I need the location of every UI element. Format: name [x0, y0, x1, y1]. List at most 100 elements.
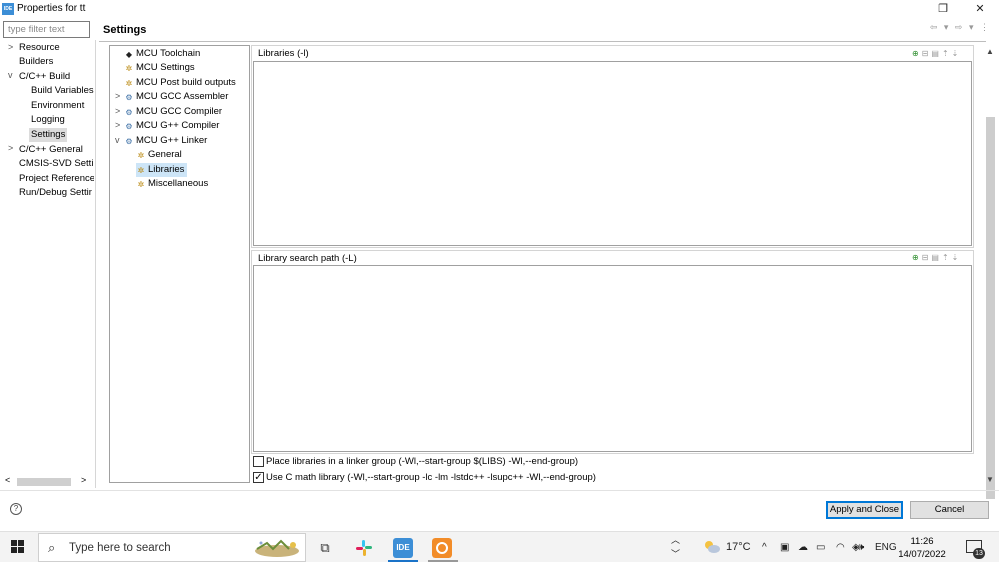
close-icon: ✕ [975, 3, 985, 15]
libraries-label: Libraries (-l) [258, 48, 309, 59]
weather-icon[interactable] [703, 540, 721, 554]
close-window-button[interactable]: ✕ [965, 1, 995, 17]
scroll-left-icon[interactable]: < [5, 475, 10, 485]
libraries-list[interactable] [253, 61, 972, 246]
scroll-thumb[interactable] [986, 117, 995, 499]
stm32cubeide-taskbar-icon[interactable]: IDE [393, 538, 413, 558]
history-navigation-icons[interactable]: ⇦ ▾ ⇨ ▾ ⋮ [930, 22, 991, 33]
tree-item-gcc-compiler[interactable]: ⚙ MCU GCC Compiler [124, 105, 222, 119]
delete-icon[interactable]: ⊟ [922, 49, 932, 58]
cog-icon: ✲ [125, 79, 133, 88]
taskbar-clock[interactable]: 11:26 14/07/2022 [896, 535, 948, 561]
linker-group-checkbox[interactable] [253, 456, 264, 467]
scroll-down-icon[interactable]: ▼ [986, 475, 994, 484]
checkmark-icon: ✓ [254, 472, 263, 483]
footer-divider [0, 490, 999, 491]
move-up-icon[interactable]: ⇡ [942, 49, 952, 58]
onedrive-icon[interactable]: ☁ [798, 532, 808, 562]
weather-temperature[interactable]: 17°C [726, 532, 751, 562]
collapse-chevron-icon[interactable]: v [8, 70, 13, 80]
nav-item-cpp-build[interactable]: C/C++ Build [19, 70, 70, 84]
search-path-label: Library search path (-L) [258, 253, 357, 264]
windows-start-icon[interactable] [11, 540, 25, 554]
edit-icon[interactable]: ▤ [931, 49, 942, 58]
taskbar-search[interactable]: ⌕ Type here to search [38, 533, 306, 562]
nav-item-resource[interactable]: Resource [19, 41, 60, 55]
move-down-icon[interactable]: ⇣ [952, 49, 962, 58]
tree-item-gpp-compiler[interactable]: ⚙ MCU G++ Compiler [124, 119, 219, 133]
taskbar-scroll-down-icon[interactable]: ﹀ [671, 539, 680, 562]
scroll-thumb[interactable] [17, 478, 71, 486]
battery-icon[interactable]: ▭ [816, 532, 825, 562]
search-path-list[interactable] [253, 265, 972, 452]
tree-item-linker-libraries[interactable]: ✲ Libraries [136, 163, 188, 177]
nav-item-cpp-general[interactable]: C/C++ General [19, 143, 83, 157]
cog-icon: ✲ [137, 180, 145, 189]
scroll-right-icon[interactable]: > [81, 475, 86, 485]
ide-logo-icon: IDE [2, 3, 14, 15]
nav-item-build-variables[interactable]: Build Variables [31, 84, 94, 98]
slack-icon[interactable] [354, 538, 374, 558]
search-path-toolbar: ⊕⊟▤⇡⇣ [912, 253, 961, 262]
page-vertical-scrollbar[interactable]: ▲ ▼ [983, 45, 997, 499]
windows-taskbar: ⌕ Type here to search ⧉ IDE ︿ ﹀ 17°C ^ ▣… [0, 531, 999, 562]
language-indicator[interactable]: ENG [875, 532, 897, 562]
gear-icon: ⚙ [125, 93, 133, 102]
add-icon[interactable]: ⊕ [912, 49, 922, 58]
meet-now-icon[interactable]: ▣ [780, 532, 789, 562]
wifi-icon[interactable]: ◠ [836, 532, 845, 562]
move-up-icon[interactable]: ⇡ [942, 253, 952, 262]
nav-item-settings[interactable]: Settings [29, 128, 68, 142]
tree-item-mcu-settings[interactable]: ✲ MCU Settings [124, 61, 195, 75]
chip-icon: ◆ [125, 50, 133, 59]
volume-icon[interactable]: 🕪 [858, 532, 864, 562]
nav-item-environment[interactable]: Environment [31, 99, 84, 113]
delete-icon[interactable]: ⊟ [922, 253, 932, 262]
edit-icon[interactable]: ▤ [931, 253, 942, 262]
collapse-chevron-icon[interactable]: v [115, 135, 120, 145]
move-down-icon[interactable]: ⇣ [952, 253, 962, 262]
expand-chevron-icon[interactable]: > [8, 143, 13, 153]
expand-chevron-icon[interactable]: > [115, 91, 120, 101]
help-icon[interactable]: ? [10, 503, 22, 515]
c-math-checkbox[interactable]: ✓ [253, 472, 264, 483]
properties-nav-tree: > Resource Builders v C/C++ Build Build … [0, 41, 94, 473]
libraries-toolbar: ⊕⊟▤⇡⇣ [912, 49, 961, 58]
expand-chevron-icon[interactable]: > [8, 42, 13, 52]
filter-input[interactable]: type filter text [3, 21, 90, 38]
cog-icon: ✲ [125, 64, 133, 73]
nav-item-project-references[interactable]: Project Reference [19, 172, 94, 186]
nav-item-cmsis-svd[interactable]: CMSIS-SVD Setti [19, 157, 93, 171]
apply-and-close-button[interactable]: Apply and Close [826, 501, 903, 519]
scroll-up-icon[interactable]: ▲ [986, 47, 994, 56]
linker-group-label: Place libraries in a linker group (-Wl,-… [266, 456, 579, 467]
search-icon: ⌕ [48, 540, 56, 555]
add-icon[interactable]: ⊕ [912, 253, 922, 262]
cancel-button[interactable]: Cancel [910, 501, 989, 519]
tree-item-mcu-toolchain[interactable]: ◆ MCU Toolchain [124, 47, 200, 61]
tree-item-linker-general[interactable]: ✲ General [136, 148, 182, 162]
tool-settings-tree: ◆ MCU Toolchain ✲ MCU Settings ✲ MCU Post b… [109, 45, 250, 483]
c-math-label: Use C math library (-Wl,--start-group -l… [266, 472, 596, 483]
restore-button[interactable]: ❐ [928, 1, 958, 17]
tree-item-post-build[interactable]: ✲ MCU Post build outputs [124, 76, 236, 90]
taskbar-search-placeholder: Type here to search [69, 542, 171, 554]
expand-chevron-icon[interactable]: > [115, 120, 120, 130]
orange-app-icon[interactable] [432, 538, 452, 558]
tree-item-gpp-linker[interactable]: ⚙ MCU G++ Linker [124, 134, 207, 148]
nav-item-logging[interactable]: Logging [31, 113, 65, 127]
tree-item-linker-miscellaneous[interactable]: ✲ Miscellaneous [136, 177, 209, 191]
nav-item-builders[interactable]: Builders [19, 55, 53, 69]
search-highlight-icon [255, 539, 299, 557]
cog-icon: ✲ [137, 151, 145, 160]
expand-chevron-icon[interactable]: > [115, 106, 120, 116]
tree-item-gcc-assembler[interactable]: ⚙ MCU GCC Assembler [124, 90, 228, 104]
task-view-icon[interactable]: ⧉ [315, 538, 335, 558]
panel-divider[interactable] [95, 40, 96, 488]
tray-chevron-icon[interactable]: ^ [762, 532, 767, 562]
window-titlebar: IDE Properties for tt — ❐ ✕ [0, 0, 999, 18]
gear-icon: ⚙ [125, 108, 133, 117]
title-divider [99, 41, 986, 42]
nav-item-run-debug[interactable]: Run/Debug Settir [19, 186, 92, 200]
nav-horizontal-scrollbar[interactable]: < > [3, 475, 91, 488]
